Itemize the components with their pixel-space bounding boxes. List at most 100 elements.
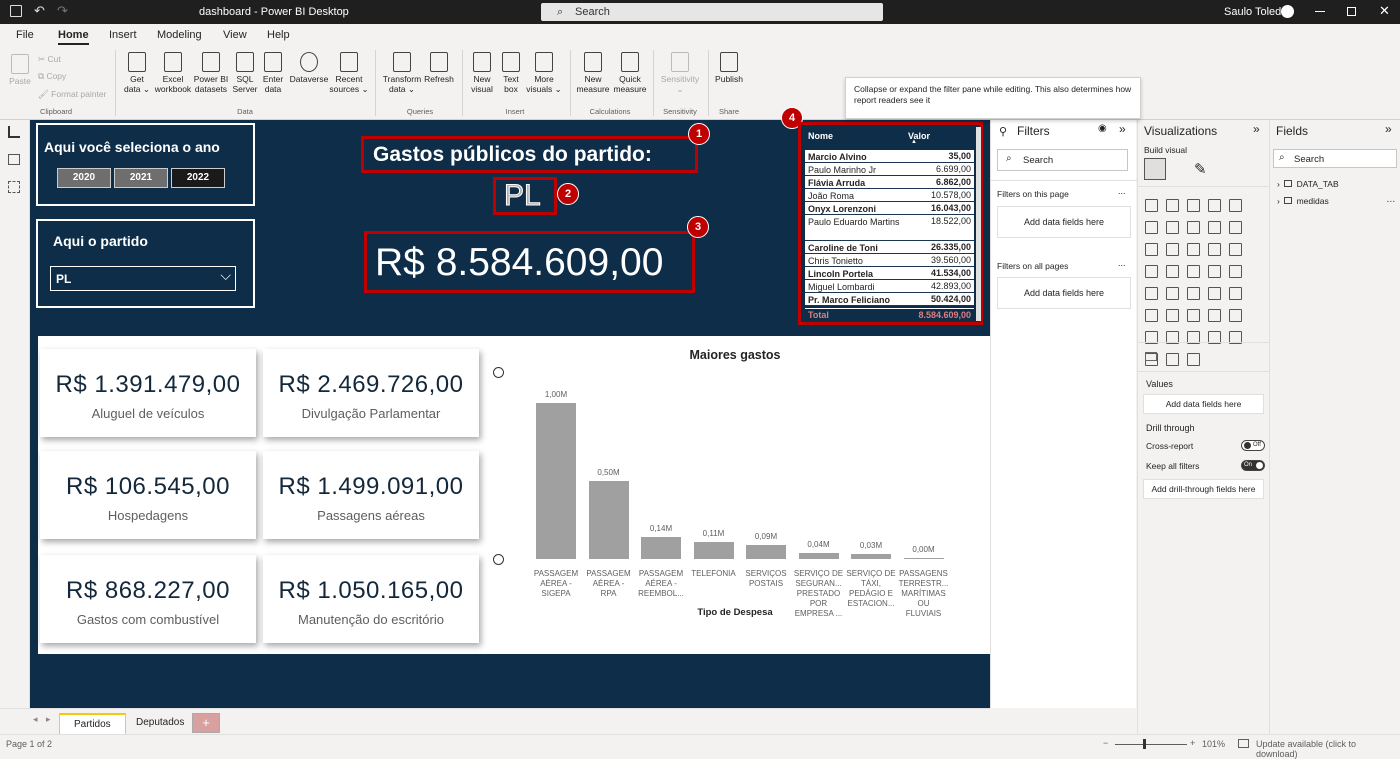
zoom-in-icon[interactable]: + [1190, 738, 1195, 748]
kpi-card[interactable]: R$ 1.499.091,00 Passagens aéreas [263, 451, 479, 539]
chart-bar[interactable] [641, 537, 681, 559]
enter-data-button[interactable]: Enter data [259, 52, 287, 94]
close-icon[interactable]: ✕ [1379, 3, 1390, 19]
prev-page-icon[interactable]: ◂ [33, 714, 38, 725]
table-row[interactable]: Flávia Arruda 6.862,00 [805, 176, 974, 189]
visual-type-icon[interactable] [1187, 199, 1200, 212]
visual-type-icon[interactable] [1166, 265, 1179, 278]
fit-page-icon[interactable] [1238, 739, 1249, 748]
visual-type-icon[interactable] [1208, 309, 1221, 322]
publish-button[interactable]: Publish [712, 52, 746, 84]
visual-type-icon[interactable] [1166, 309, 1179, 322]
visual-type-icon[interactable] [1208, 243, 1221, 256]
year-button-2021[interactable]: 2021 [114, 168, 168, 188]
minimize-icon[interactable] [1315, 11, 1325, 12]
menu-view[interactable]: View [223, 29, 247, 41]
menu-insert[interactable]: Insert [109, 29, 137, 41]
table-row[interactable]: Pr. Marco Feliciano 50.424,00 [805, 293, 974, 306]
visual-type-icon[interactable] [1208, 265, 1221, 278]
avatar[interactable] [1281, 5, 1294, 18]
chart-bar[interactable] [851, 554, 891, 559]
visual-type-icon[interactable] [1229, 309, 1242, 322]
tab-deputados[interactable]: Deputados [122, 713, 198, 735]
kpi-card[interactable]: R$ 868.227,00 Gastos com combustível [40, 555, 256, 643]
menu-home[interactable]: Home [58, 29, 89, 45]
chart-bar[interactable] [588, 481, 629, 559]
year-button-2020[interactable]: 2020 [57, 168, 111, 188]
keep-filters-toggle[interactable]: On [1241, 460, 1265, 471]
visual-type-icon[interactable] [1166, 353, 1179, 366]
format-visual-icon[interactable]: ✎ [1194, 160, 1207, 178]
table-row[interactable]: Lincoln Portela 41.534,00 [805, 267, 974, 280]
collapse-icon[interactable]: » [1385, 122, 1392, 136]
more-visuals-button[interactable]: More visuals ⌄ [525, 52, 563, 94]
copy-button[interactable]: ⧉ Copy [38, 71, 66, 81]
visual-type-icon[interactable] [1229, 243, 1242, 256]
year-button-2022[interactable]: 2022 [171, 168, 225, 188]
table-row[interactable]: Paulo Eduardo Martins 18.522,00 [805, 215, 974, 241]
tab-partidos[interactable]: Partidos [59, 713, 126, 735]
report-view-icon[interactable] [8, 126, 20, 138]
sql-server-button[interactable]: SQL Server [230, 52, 260, 94]
visual-type-icon[interactable] [1145, 309, 1158, 322]
field-table-data-tab[interactable]: › DATA_TAB [1277, 179, 1339, 189]
quick-measure-button[interactable]: Quick measure [611, 52, 649, 94]
visual-type-icon[interactable] [1145, 221, 1158, 234]
visual-type-icon[interactable] [1166, 243, 1179, 256]
chart-bar[interactable] [536, 403, 576, 559]
add-page-button[interactable]: + [192, 713, 220, 733]
paste-button[interactable]: Paste [6, 54, 34, 86]
more-options-icon[interactable]: ⋯ [1387, 196, 1396, 207]
visual-type-icon[interactable] [1229, 287, 1242, 300]
cut-button[interactable]: ✂ Cut [38, 54, 61, 64]
text-box-button[interactable]: Text box [498, 52, 524, 94]
dataverse-button[interactable]: Dataverse [287, 52, 331, 84]
cross-report-toggle[interactable]: Off [1241, 440, 1265, 451]
more-options-icon[interactable]: ... [1118, 258, 1126, 268]
table-row[interactable]: Chris Tonietto 39.560,00 [805, 254, 974, 267]
zoom-slider[interactable] [1115, 744, 1187, 745]
menu-file[interactable]: File [16, 29, 34, 41]
resize-handle-top[interactable] [493, 367, 504, 378]
title-search-input[interactable]: ⌕ Search [541, 3, 883, 21]
excel-workbook-button[interactable]: Excel workbook [152, 52, 194, 94]
update-notice[interactable]: Update available (click to download) [1256, 739, 1400, 759]
visual-type-icon[interactable] [1145, 287, 1158, 300]
collapse-icon[interactable]: » [1119, 122, 1126, 136]
next-page-icon[interactable]: ▸ [46, 714, 51, 725]
build-visual-icon[interactable] [1144, 158, 1166, 180]
visual-type-icon[interactable] [1187, 221, 1200, 234]
visual-type-icon[interactable] [1187, 309, 1200, 322]
recent-sources-button[interactable]: Recent sources ⌄ [329, 52, 369, 94]
chart-bar[interactable] [798, 552, 839, 559]
visual-type-icon[interactable] [1187, 353, 1200, 366]
kpi-card[interactable]: R$ 106.545,00 Hospedagens [40, 451, 256, 539]
collapse-icon[interactable]: » [1253, 122, 1260, 136]
visual-type-icon[interactable] [1145, 199, 1158, 212]
transform-data-button[interactable]: Transform data ⌄ [381, 52, 423, 94]
table-row[interactable]: Paulo Marinho Jr 6.699,00 [805, 163, 974, 176]
chart-bar[interactable] [903, 558, 944, 559]
pbi-datasets-button[interactable]: Power BI datasets [192, 52, 230, 94]
chart-bar[interactable] [693, 541, 734, 559]
model-view-icon[interactable] [8, 181, 20, 193]
field-list-icon[interactable] [1145, 352, 1157, 361]
visual-type-icon[interactable] [1187, 265, 1200, 278]
format-painter-button[interactable]: 🖌 Format painter [38, 89, 106, 99]
new-measure-button[interactable]: New measure [574, 52, 612, 94]
visual-type-icon[interactable] [1166, 221, 1179, 234]
zoom-out-icon[interactable]: − [1103, 738, 1108, 748]
filters-search-input[interactable]: ⌕ Search [997, 149, 1128, 171]
table-row[interactable]: Marcio Alvino 35,00 [805, 150, 974, 163]
data-view-icon[interactable] [8, 154, 20, 165]
maximize-icon[interactable] [1347, 7, 1356, 16]
kpi-card[interactable]: R$ 2.469.726,00 Divulgação Parlamentar [263, 349, 479, 437]
visual-type-icon[interactable] [1145, 265, 1158, 278]
eye-icon[interactable]: ◉ [1098, 123, 1107, 134]
visual-type-icon[interactable] [1229, 199, 1242, 212]
sensitivity-button[interactable]: Sensitivity ⌄ [657, 52, 703, 94]
filters-page-well[interactable]: Add data fields here [997, 206, 1131, 238]
table-row[interactable]: Caroline de Toni 26.335,00 [805, 241, 974, 254]
resize-handle-bottom[interactable] [493, 554, 504, 565]
get-data-button[interactable]: Get data ⌄ [121, 52, 153, 94]
